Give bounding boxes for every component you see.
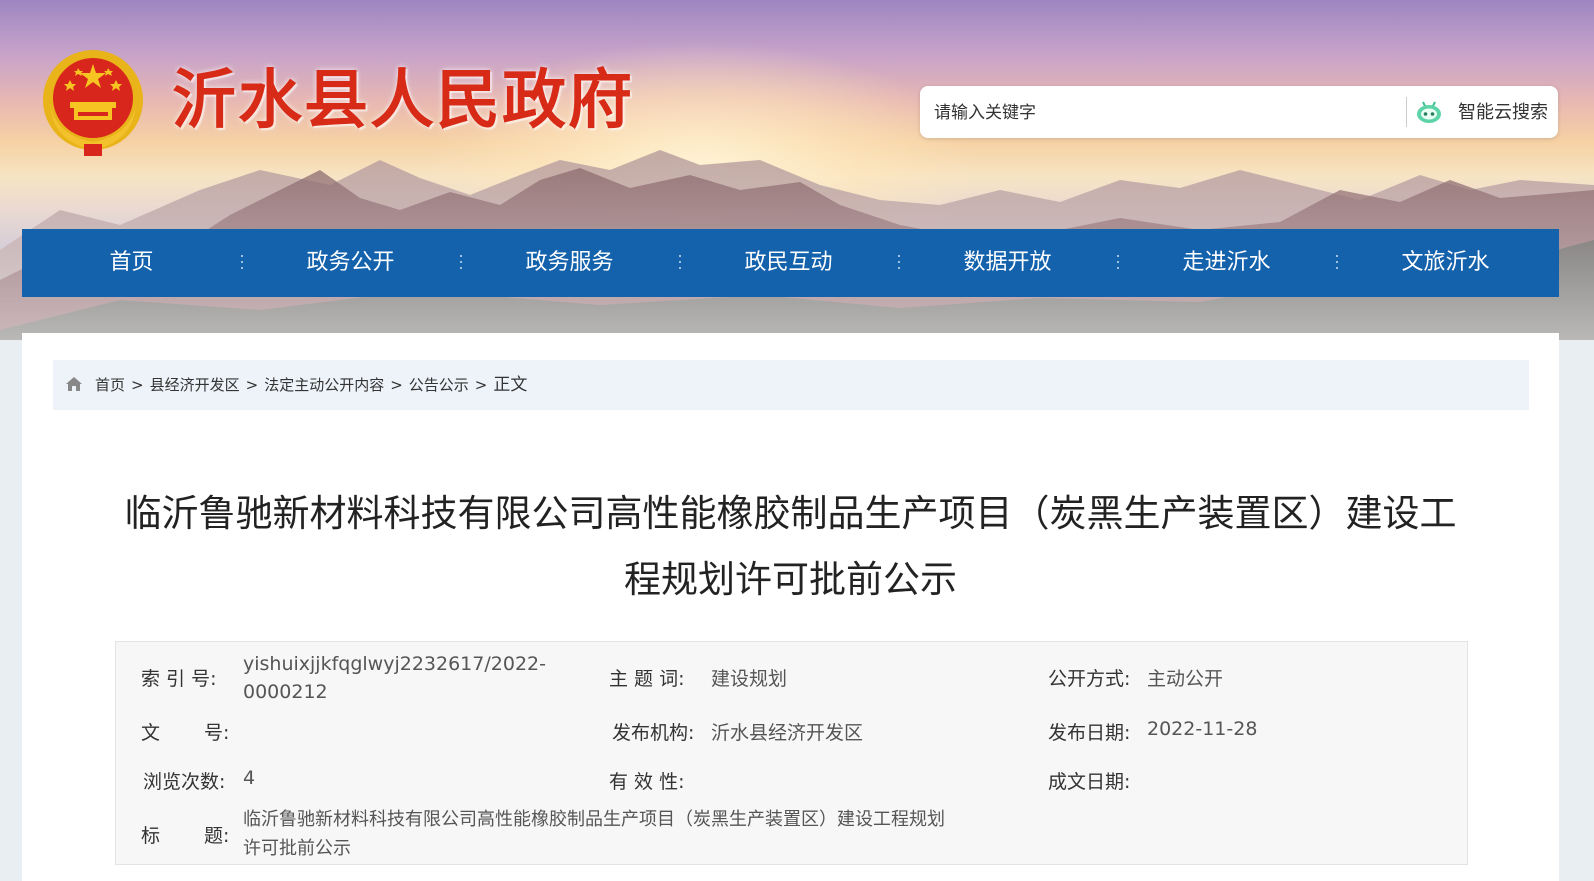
breadcrumb: 首页 > 县经济开发区 > 法定主动公开内容 > 公告公示 > 正文 — [53, 360, 1529, 410]
breadcrumb-link-home[interactable]: 首页 — [95, 376, 125, 394]
nav-item-label: 政民互动 — [744, 250, 833, 275]
title-label-b: 题: — [204, 825, 230, 847]
nav-item-public-interaction[interactable]: 政民互动 — [679, 229, 900, 297]
search-divider — [1406, 97, 1407, 127]
subject-words-label: 主 题 词: — [609, 668, 685, 690]
title-value-line: 许可批前公示 — [243, 838, 351, 859]
publish-date-value: 2022-11-28 — [1147, 718, 1258, 740]
content-panel: 首页 > 县经济开发区 > 法定主动公开内容 > 公告公示 > 正文 临沂鲁驰新材料科技有限公司… — [22, 333, 1559, 881]
breadcrumb-separator: > — [474, 376, 488, 394]
nav-item-government-services[interactable]: 政务服务 — [460, 229, 681, 297]
metadata-table: 索 引 号: yishuixjjkfqglwyj2232617/2022- 00… — [115, 641, 1468, 865]
search-input[interactable] — [932, 86, 1406, 140]
title-label-a: 标 — [141, 825, 161, 847]
site-title: 沂水县人民政府 — [172, 63, 634, 138]
view-count-label: 浏览次数: — [143, 771, 226, 793]
title-value: 临沂鲁驰新材料科技有限公司高性能橡胶制品生产项目（炭黑生产装置区）建设工程规划 … — [243, 805, 945, 863]
subject-words-value: 建设规划 — [711, 668, 788, 690]
breadcrumb-link-statutory-disclosure[interactable]: 法定主动公开内容 — [264, 376, 384, 394]
nav-item-culture-tourism[interactable]: 文旅沂水 — [1336, 229, 1555, 297]
nav-item-about-yishui[interactable]: 走进沂水 — [1117, 229, 1338, 297]
nav-item-label: 数据开放 — [963, 250, 1052, 275]
nav-item-label: 首页 — [109, 250, 154, 275]
validity-label: 有 效 性: — [609, 771, 685, 793]
nav-item-label: 文旅沂水 — [1401, 250, 1490, 275]
search-bar: 智能云搜索 — [920, 86, 1558, 140]
publisher-label: 发布机构: — [612, 722, 695, 744]
header-banner: 沂水县人民政府 智能云搜索 首页 政务公开 政务服务 政民互动 数据开放 走进沂… — [0, 0, 1594, 340]
breadcrumb-current: 正文 — [493, 375, 528, 395]
article-title-line: 临沂鲁驰新材料科技有限公司高性能橡胶制品生产项目（炭黑生产装置区）建设工 — [124, 492, 1457, 535]
nav-item-open-data[interactable]: 数据开放 — [898, 229, 1119, 297]
robot-icon[interactable] — [1414, 98, 1444, 126]
main-nav: 首页 政务公开 政务服务 政民互动 数据开放 走进沂水 文旅沂水 — [22, 229, 1559, 297]
nav-item-label: 政务服务 — [525, 250, 614, 275]
disclosure-method-label: 公开方式: — [1048, 668, 1131, 690]
article-title-line: 程规划许可批前公示 — [624, 558, 957, 601]
article-title: 临沂鲁驰新材料科技有限公司高性能橡胶制品生产项目（炭黑生产装置区）建设工 程规划… — [112, 481, 1469, 613]
nav-item-label: 走进沂水 — [1182, 250, 1271, 275]
written-date-label: 成文日期: — [1048, 771, 1131, 793]
breadcrumb-link-announcements[interactable]: 公告公示 — [409, 376, 469, 394]
title-value-line: 临沂鲁驰新材料科技有限公司高性能橡胶制品生产项目（炭黑生产装置区）建设工程规划 — [243, 809, 945, 830]
document-number-label-b: 号: — [204, 722, 230, 744]
index-number-value-line: 0000212 — [243, 681, 328, 703]
breadcrumb-separator: > — [390, 376, 403, 394]
index-number-value: yishuixjjkfqglwyj2232617/2022- 0000212 — [243, 650, 546, 706]
breadcrumb-separator: > — [131, 376, 144, 394]
national-emblem-icon — [43, 50, 143, 156]
disclosure-method-value: 主动公开 — [1147, 668, 1224, 690]
nav-item-label: 政务公开 — [306, 250, 395, 275]
breadcrumb-link-economic-zone[interactable]: 县经济开发区 — [150, 376, 240, 394]
smart-search-button[interactable]: 智能云搜索 — [1458, 86, 1548, 138]
index-number-value-line: yishuixjjkfqglwyj2232617/2022- — [243, 653, 546, 675]
nav-item-home[interactable]: 首页 — [22, 229, 243, 297]
publisher-value: 沂水县经济开发区 — [711, 722, 864, 744]
document-number-label-a: 文 — [141, 722, 161, 744]
home-icon[interactable] — [65, 376, 83, 392]
breadcrumb-separator: > — [245, 376, 259, 394]
view-count-value: 4 — [243, 767, 256, 789]
nav-item-government-affairs-disclosure[interactable]: 政务公开 — [241, 229, 462, 297]
publish-date-label: 发布日期: — [1048, 722, 1131, 744]
index-number-label: 索 引 号: — [141, 668, 217, 690]
